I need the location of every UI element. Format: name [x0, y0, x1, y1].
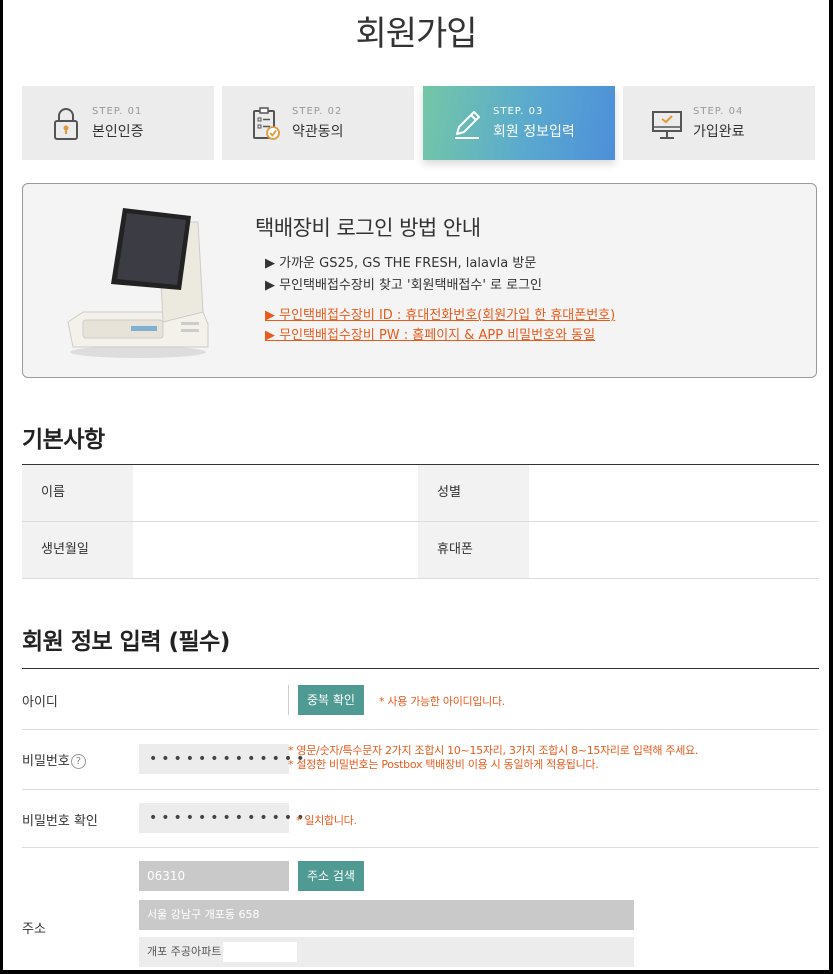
step-name: 회원 정보입력	[493, 124, 575, 140]
address-label: 주소	[22, 922, 46, 937]
password-confirm-row: 비밀번호 확인 ••••••••••••• * 일치합니다.	[22, 790, 819, 848]
step-number: STEP. 02	[292, 106, 343, 117]
password-rule-line: * 영문/숫자/특수문자 2가지 조합시 10~15자리, 3가지 조합시 8~…	[288, 744, 699, 757]
address-field[interactable]: 서울 강남구 개포동 658	[139, 900, 634, 930]
step-verification: STEP. 01 본인인증	[22, 86, 214, 160]
password-confirm-input[interactable]: •••••••••••••	[139, 803, 304, 833]
password-rule-line: * 설정한 비밀번호는 Postbox 택배장비 이용 시 동일하게 적용됩니다…	[288, 758, 599, 771]
address-row: 주소 06310 주소 검색 서울 강남구 개포동 658 개포 주공아파트	[22, 848, 819, 970]
step-terms: STEP. 02 약관동의	[222, 86, 414, 160]
password-label-text: 비밀번호	[22, 754, 70, 769]
id-label: 아이디	[22, 695, 58, 710]
device-login-notice: 택배장비 로그인 방법 안내 ▶ 가까운 GS25, GS THE FRESH,…	[22, 183, 817, 378]
step-complete: STEP. 04 가입완료	[623, 86, 815, 160]
step-number: STEP. 01	[92, 106, 143, 117]
basic-info-table: 이름 성별 생년월일 휴대폰	[22, 464, 819, 579]
page-title: 회원가입	[355, 14, 477, 54]
name-label: 이름	[22, 465, 133, 521]
password-rule-message: * 영문/숫자/특수문자 2가지 조합시 10~15자리, 3가지 조합시 8~…	[288, 744, 698, 772]
page-frame: 회원가입 STEP. 01 본인인증 STEP. 02 약관동의 STEP. 0…	[3, 0, 829, 970]
step-name: 약관동의	[292, 124, 344, 140]
address-detail-field[interactable]: 개포 주공아파트	[139, 937, 634, 967]
member-form-table: 아이디 중복 확인 * 사용 가능한 아이디입니다. 비밀번호? •••••••…	[22, 668, 819, 970]
id-row: 아이디 중복 확인 * 사용 가능한 아이디입니다.	[22, 669, 819, 730]
lock-icon	[54, 108, 78, 140]
duplicate-check-button[interactable]: 중복 확인	[298, 685, 364, 715]
monitor-check-icon	[652, 111, 682, 139]
phone-label: 휴대폰	[418, 522, 529, 578]
zipcode-field[interactable]: 06310	[139, 861, 289, 891]
basic-info-title: 기본사항	[22, 427, 105, 453]
password-label: 비밀번호?	[22, 750, 86, 769]
table-row: 이름 성별	[22, 465, 819, 522]
password-confirm-label: 비밀번호 확인	[22, 814, 98, 829]
signup-steps: STEP. 01 본인인증 STEP. 02 약관동의 STEP. 03 회원 …	[22, 86, 816, 160]
gender-label: 성별	[418, 465, 529, 521]
step-number: STEP. 04	[693, 106, 744, 117]
help-icon[interactable]: ?	[70, 754, 86, 769]
notice-pw-link[interactable]: ▶ 무인택배접수장비 PW : 홈페이지 & APP 비밀번호와 동일	[265, 324, 595, 343]
masked-area	[223, 942, 298, 962]
password-row: 비밀번호? ••••••••••••• * 영문/숫자/특수문자 2가지 조합시…	[22, 730, 819, 790]
checklist-icon	[253, 107, 280, 140]
table-row: 생년월일 휴대폰	[22, 522, 819, 579]
step-number: STEP. 03	[493, 106, 544, 117]
notice-instruction: ▶ 가까운 GS25, GS THE FRESH, lalavla 방문	[265, 256, 537, 271]
password-match-message: * 일치합니다.	[296, 814, 357, 827]
pencil-icon	[455, 111, 480, 139]
notice-instruction: ▶ 무인택배접수장비 찾고 '회원택배접수' 로 로그인	[265, 278, 543, 293]
step-member-info: STEP. 03 회원 정보입력	[423, 86, 615, 160]
notice-id-link[interactable]: ▶ 무인택배접수장비 ID : 휴대전화번호(회원가입 한 휴대폰번호)	[265, 304, 615, 323]
id-status-message: * 사용 가능한 아이디입니다.	[379, 695, 506, 708]
password-input[interactable]: •••••••••••••	[139, 744, 304, 774]
kiosk-device-image	[67, 208, 209, 358]
birthdate-label: 생년월일	[22, 522, 133, 578]
address-detail-text: 개포 주공아파트	[147, 945, 222, 958]
notice-title: 택배장비 로그인 방법 안내	[255, 216, 481, 240]
id-input[interactable]	[139, 685, 289, 715]
step-name: 본인인증	[92, 124, 144, 140]
address-search-button[interactable]: 주소 검색	[298, 861, 364, 891]
member-form-title: 회원 정보 입력 (필수)	[22, 629, 230, 655]
step-name: 가입완료	[693, 124, 745, 140]
